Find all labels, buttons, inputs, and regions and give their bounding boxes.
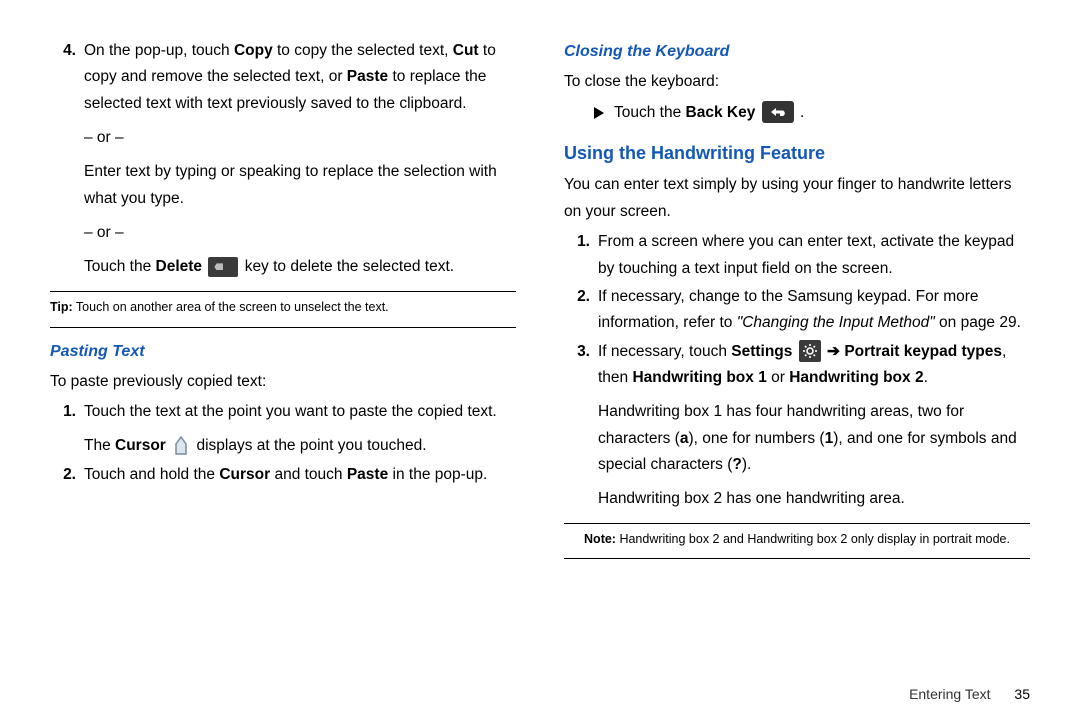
step-number: 1. xyxy=(50,399,84,460)
text: Touch the text at the point you want to … xyxy=(84,399,516,425)
note-label: Note: xyxy=(584,532,616,546)
delete-instruction: Touch the Delete key to delete the selec… xyxy=(84,254,516,280)
hw-box2-desc: Handwriting box 2 has one handwriting ar… xyxy=(598,486,1030,512)
tip-label: Tip: xyxy=(50,300,73,314)
cursor-label: Cursor xyxy=(219,466,270,483)
page-footer: Entering Text 35 xyxy=(909,686,1030,702)
hw-step-3: 3. If necessary, touch Settings ➔ Portra… xyxy=(564,339,1030,513)
text: and touch xyxy=(270,466,347,483)
ref-title: "Changing the Input Method" xyxy=(737,314,935,331)
cursor-line: The Cursor displays at the point you tou… xyxy=(84,433,516,459)
text: Touch the xyxy=(84,258,156,275)
handwriting-intro: You can enter text simply by using your … xyxy=(564,172,1030,225)
or-divider: – or – xyxy=(84,220,516,246)
text: ). xyxy=(742,456,751,473)
note-text: Handwriting box 2 and Handwriting box 2 … xyxy=(616,532,1010,546)
pasting-steps: 1. Touch the text at the point you want … xyxy=(50,399,516,488)
text: on page 29. xyxy=(935,314,1021,331)
cursor-label: Cursor xyxy=(115,437,166,454)
text: displays at the point you touched. xyxy=(196,437,426,454)
hw-box1-desc: Handwriting box 1 has four handwriting a… xyxy=(598,399,1030,478)
step-number: 2. xyxy=(564,284,598,337)
text: Enter text by typing or speaking to repl… xyxy=(84,159,516,212)
step-4-body: On the pop-up, touch Copy to copy the se… xyxy=(84,38,516,281)
text: key to delete the selected text. xyxy=(245,258,454,275)
page-number: 35 xyxy=(1014,686,1030,702)
step-number: 2. xyxy=(50,462,84,488)
triangle-bullet-icon xyxy=(594,107,604,119)
paste-label: Paste xyxy=(347,68,388,85)
right-column: Closing the Keyboard To close the keyboa… xyxy=(564,38,1030,702)
text: . xyxy=(796,104,805,121)
back-key-instruction: Touch the Back Key . xyxy=(564,100,1030,126)
paste-label: Paste xyxy=(347,466,388,483)
tip: Tip: Touch on another area of the screen… xyxy=(50,298,516,317)
delete-label: Delete xyxy=(156,258,203,275)
step-number: 4. xyxy=(50,38,84,281)
step-number: 3. xyxy=(564,339,598,513)
pasting-step-1: 1. Touch the text at the point you want … xyxy=(50,399,516,460)
section-name: Entering Text xyxy=(909,686,990,702)
cut-label: Cut xyxy=(453,42,479,59)
hw-box2-label: Handwriting box 2 xyxy=(789,369,923,386)
tip-text: Touch on another area of the screen to u… xyxy=(73,300,389,314)
char-1: 1 xyxy=(825,430,834,447)
char-q: ? xyxy=(732,456,741,473)
text: Touch and hold the xyxy=(84,466,219,483)
back-key-icon xyxy=(762,101,794,123)
closing-intro: To close the keyboard: xyxy=(564,69,1030,95)
back-key-label: Back Key xyxy=(686,104,756,121)
closing-keyboard-heading: Closing the Keyboard xyxy=(564,38,1030,65)
copy-label: Copy xyxy=(234,42,273,59)
separator xyxy=(564,558,1030,559)
text: ), one for numbers ( xyxy=(688,430,824,447)
text: to copy the selected text, xyxy=(273,42,453,59)
text: or xyxy=(767,369,789,386)
or-divider: – or – xyxy=(84,125,516,151)
text: From a screen where you can enter text, … xyxy=(598,229,1030,282)
text: The xyxy=(84,437,115,454)
hw-step-1: 1. From a screen where you can enter tex… xyxy=(564,229,1030,282)
note: Note: Handwriting box 2 and Handwriting … xyxy=(564,530,1030,549)
hw-box1-label: Handwriting box 1 xyxy=(632,369,766,386)
step-number: 1. xyxy=(564,229,598,282)
settings-icon xyxy=(799,340,821,362)
text: Touch the xyxy=(614,104,686,121)
pasting-intro: To paste previously copied text: xyxy=(50,369,516,395)
settings-line: If necessary, touch Settings ➔ Portrait … xyxy=(598,339,1030,392)
left-column: 4. On the pop-up, touch Copy to copy the… xyxy=(50,38,516,702)
separator xyxy=(564,523,1030,524)
text: . xyxy=(924,369,928,386)
text: If necessary, touch xyxy=(598,343,731,360)
arrow: ➔ xyxy=(827,343,840,360)
text: in the pop-up. xyxy=(388,466,487,483)
step-4: 4. On the pop-up, touch Copy to copy the… xyxy=(50,38,516,281)
portrait-types-label: Portrait keypad types xyxy=(840,343,1002,360)
cursor-icon xyxy=(172,435,190,457)
handwriting-heading: Using the Handwriting Feature xyxy=(564,138,1030,169)
delete-key-icon xyxy=(208,257,238,277)
separator xyxy=(50,327,516,328)
pasting-text-heading: Pasting Text xyxy=(50,338,516,365)
pasting-step-2: 2. Touch and hold the Cursor and touch P… xyxy=(50,462,516,488)
hw-step-2: 2. If necessary, change to the Samsung k… xyxy=(564,284,1030,337)
settings-label: Settings xyxy=(731,343,792,360)
separator xyxy=(50,291,516,292)
text: On the pop-up, touch xyxy=(84,42,234,59)
